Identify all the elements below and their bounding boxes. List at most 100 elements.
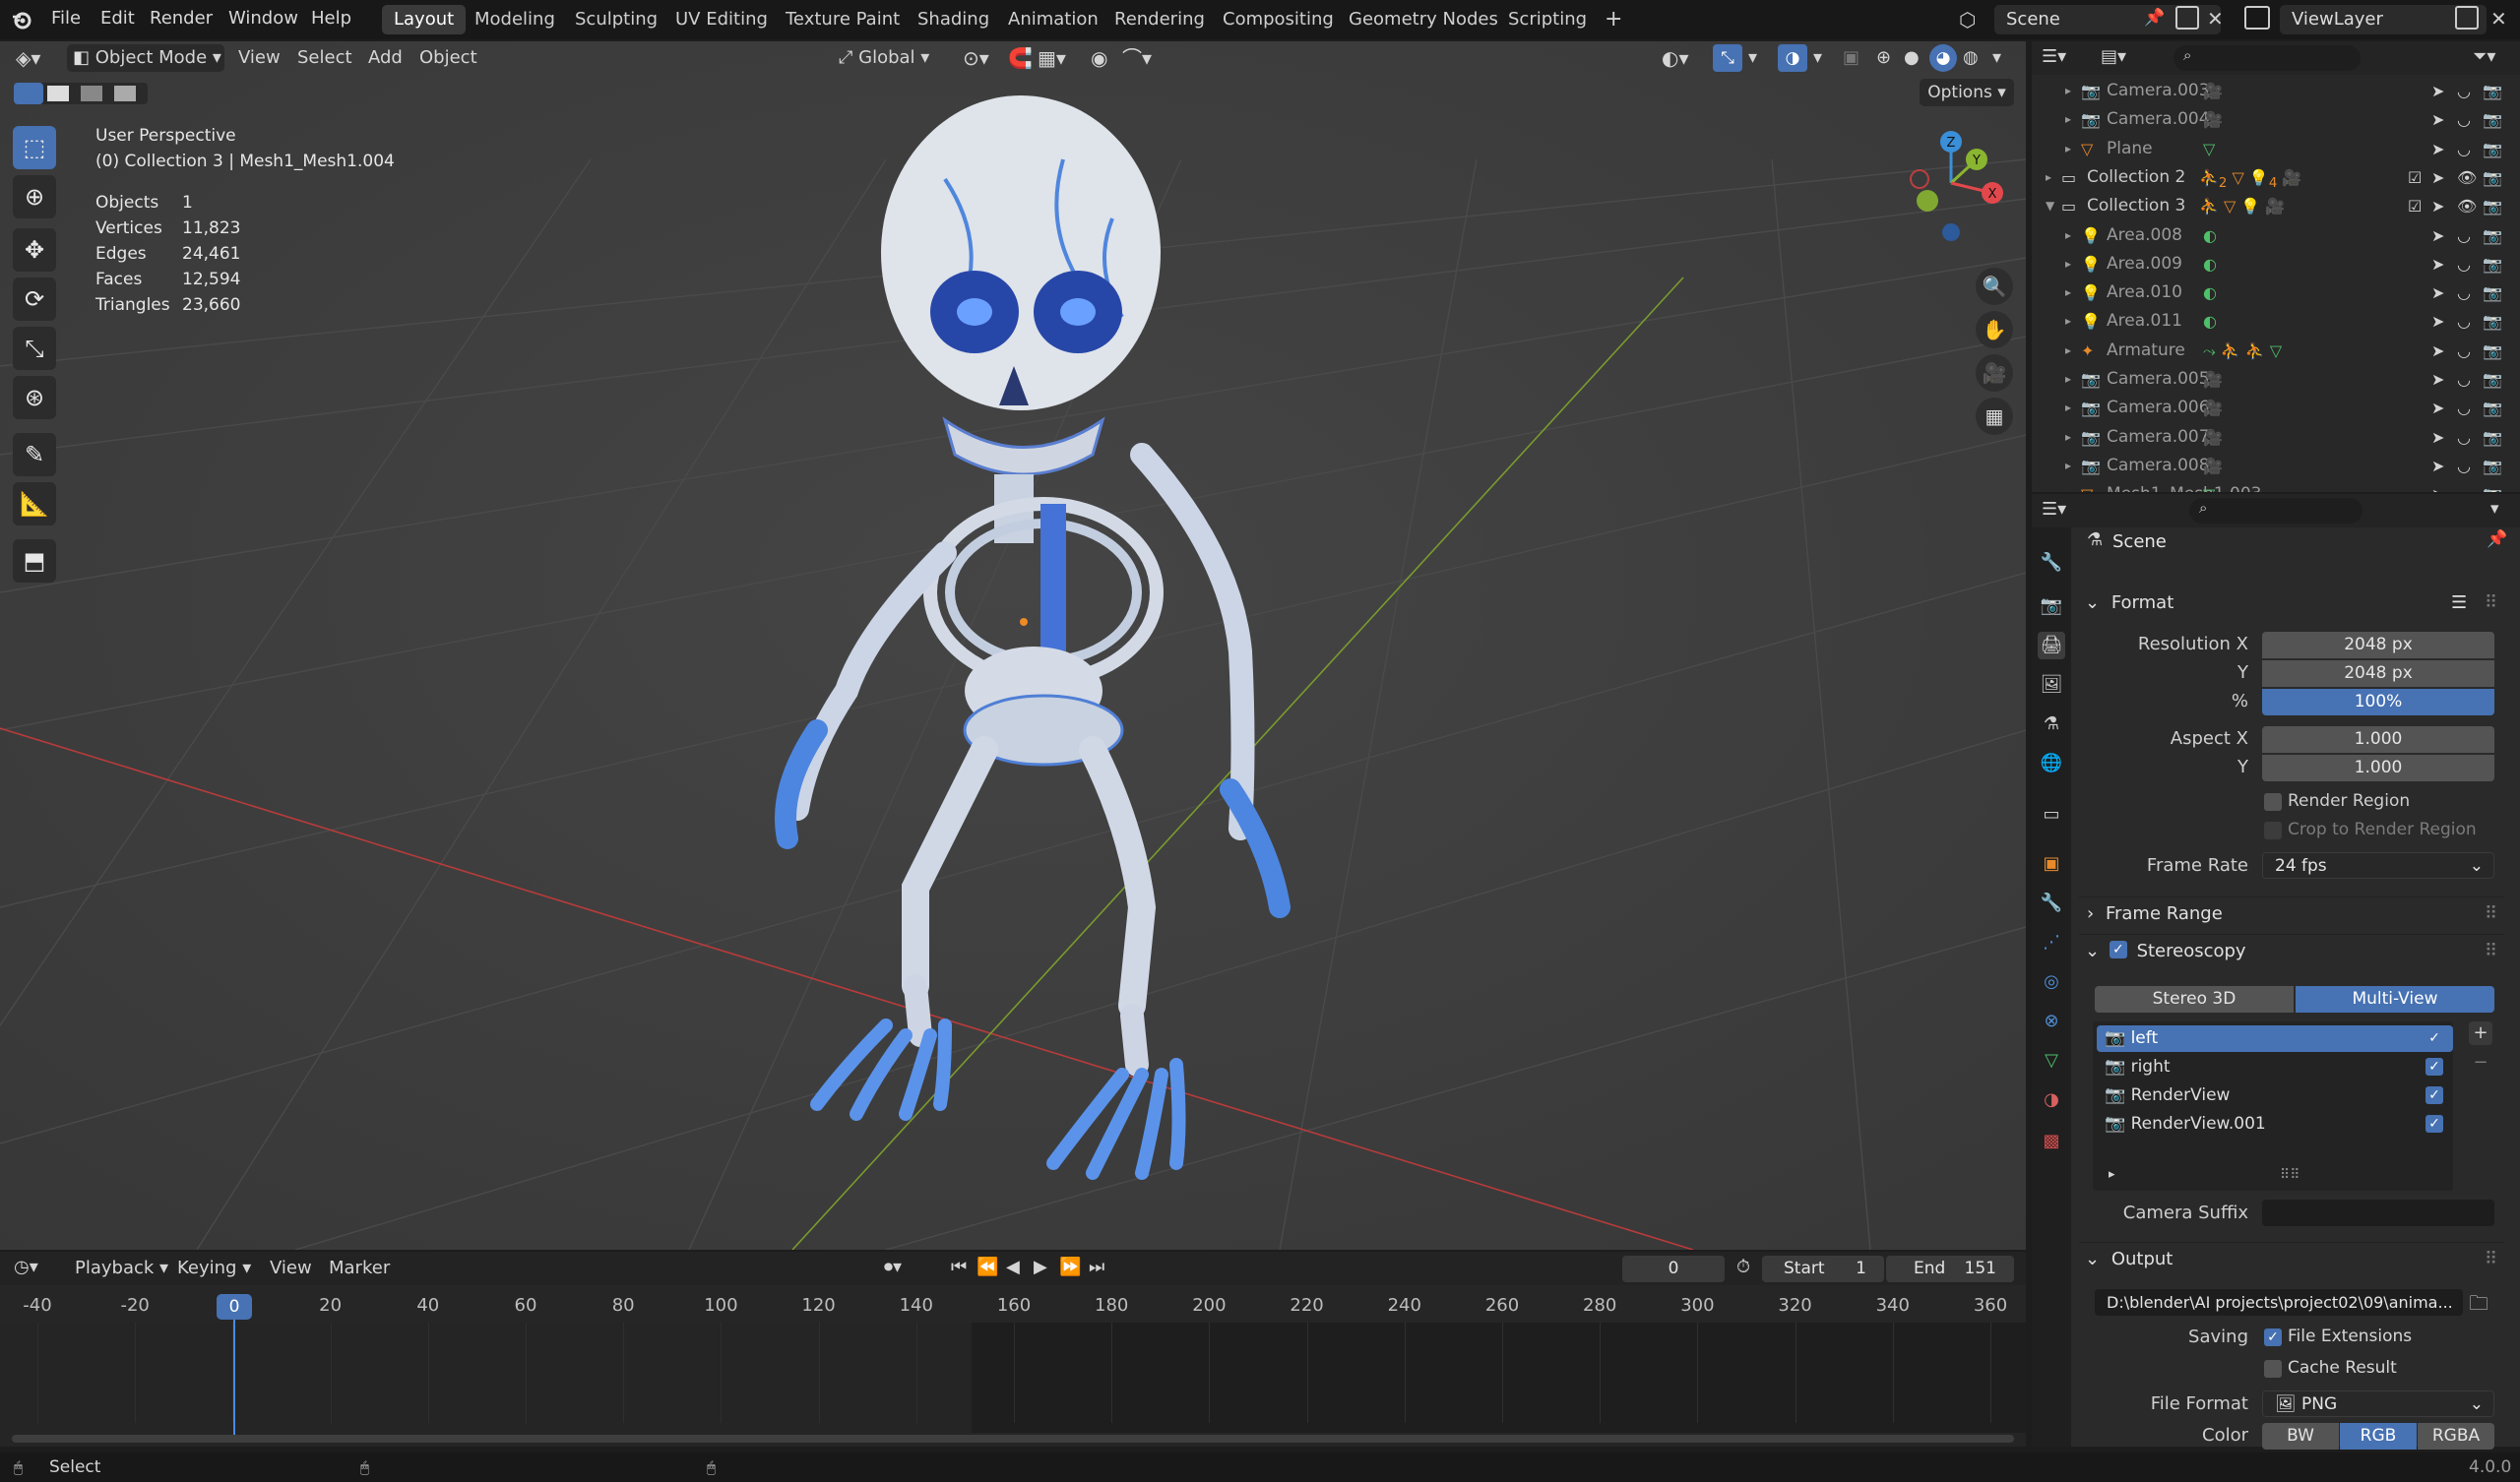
drag-handle-icon[interactable]: ⠿ [2485,1243,2497,1276]
jump-keyframe-back-icon[interactable]: ⏪ [976,1257,998,1277]
options-button[interactable]: Options ▾ [1920,79,2014,106]
select-box-tool-icon[interactable]: ⬚ [13,126,56,169]
3d-viewport[interactable]: ◈▾ ◧ Object Mode ▾ View Select Add Objec… [0,41,2026,1250]
visibility-eye-icon[interactable]: ◡ [2457,307,2471,336]
outliner-row[interactable]: ▸ 📷 Camera.006 🎥 ➤ ◡ 📷 [2032,394,2520,422]
end-frame-field[interactable]: End 151 [1886,1256,2014,1282]
aspect-x-field[interactable]: 1.000 [2262,726,2494,753]
remove-view-button[interactable]: − [2469,1051,2492,1075]
timeline-scrollbar[interactable] [12,1435,2014,1443]
snap-icon[interactable]: 🧲 [1008,44,1033,72]
tab-modeling[interactable]: Modeling [463,5,567,34]
expand-icon[interactable]: ▸ [2065,365,2071,394]
menu-render[interactable]: Render [150,8,213,29]
selectable-icon[interactable]: ➤ [2431,394,2444,422]
visibility-eye-icon[interactable]: ◡ [2457,105,2471,134]
shading-dropdown-icon[interactable]: ▾ [1992,44,2001,72]
render-camera-icon[interactable]: 📷 [2483,307,2502,336]
current-frame-field[interactable]: 0 [1622,1256,1725,1282]
expand-icon[interactable]: ▸ [2065,77,2071,105]
outliner-row[interactable]: ▸ 💡 Area.008 ◐ ➤ ◡ 📷 [2032,221,2520,250]
menu-timeline-view[interactable]: View [270,1258,312,1278]
frame-rate-dropdown[interactable]: 24 fps ⌄ [2262,852,2494,879]
render-camera-icon[interactable]: 📷 [2483,452,2502,480]
display-mode-icon[interactable]: ▤▾ [2101,46,2126,67]
expand-icon[interactable]: ▸ [2065,337,2071,365]
rendered-shading-icon[interactable]: ◍ [1963,44,1979,72]
properties-editor-type-icon[interactable]: ☰▾ [2042,499,2066,520]
close-view-layer-icon[interactable]: ✕ [2490,7,2507,31]
close-scene-icon[interactable]: ✕ [2207,7,2224,31]
measure-tool-icon[interactable]: 📐 [13,482,56,525]
add-view-button[interactable]: + [2469,1021,2492,1045]
scene-icon[interactable]: ⬡ [1959,8,1976,31]
menu-keying[interactable]: Keying ▾ [177,1258,251,1278]
visibility-eye-icon[interactable]: ◡ [2457,135,2471,163]
tab-animation[interactable]: Animation [996,5,1110,34]
color-rgb-button[interactable]: RGB [2340,1423,2417,1450]
selectable-icon[interactable]: ➤ [2431,307,2444,336]
presets-icon[interactable]: ☰ [2451,587,2467,620]
outliner-row[interactable]: ▸ 📷 Camera.005 🎥 ➤ ◡ 📷 [2032,365,2520,394]
selectable-icon[interactable]: ➤ [2431,278,2444,307]
view-list-item[interactable]: 📷 left ✓ [2097,1025,2453,1052]
visibility-eye-icon[interactable]: ◡ [2457,77,2471,105]
view-enabled-checkbox[interactable]: ✓ [2426,1086,2443,1104]
file-extensions-checkbox[interactable]: ✓ [2264,1328,2282,1346]
crop-region-checkbox[interactable] [2264,822,2282,839]
tab-sculpting[interactable]: Sculpting [563,5,669,34]
drag-handle-icon[interactable]: ⠿ [2485,897,2497,931]
menu-add[interactable]: Add [368,44,403,72]
menu-object[interactable]: Object [419,44,477,72]
include-checkbox-icon[interactable]: ☑ [2408,192,2422,220]
rotate-tool-icon[interactable]: ⟳ [13,278,56,321]
camera-suffix-input[interactable] [2262,1200,2494,1226]
jump-keyframe-forward-icon[interactable]: ⏩ [1059,1257,1081,1277]
playhead[interactable]: 0 [217,1294,252,1320]
view-list-item[interactable]: 📷 right ✓ [2097,1054,2453,1081]
scene-tab-icon[interactable]: ⚗ [2038,710,2065,738]
zoom-icon[interactable]: 🔍 [1976,268,2013,305]
render-camera-icon[interactable]: 📷 [2483,250,2502,278]
visibility-eye-icon[interactable]: 👁 [2457,163,2477,192]
outliner-editor-type-icon[interactable]: ☰▾ [2042,46,2066,67]
transform-tool-icon[interactable]: ⊛ [13,376,56,419]
visibility-eye-icon[interactable]: ◡ [2457,480,2471,492]
render-tab-icon[interactable]: 📷 [2038,592,2065,620]
outliner-row[interactable]: ▸ 💡 Area.011 ◐ ➤ ◡ 📷 [2032,307,2520,336]
pin-context-icon[interactable]: 📌 [2487,529,2507,549]
view-enabled-checkbox[interactable]: ✓ [2426,1058,2443,1076]
render-camera-icon[interactable]: 📷 [2483,77,2502,105]
constraints-tab-icon[interactable]: ⊗ [2038,1008,2065,1035]
outliner-row[interactable]: ▸ 📷 Camera.008 🎥 ➤ ◡ 📷 [2032,452,2520,480]
expand-icon[interactable]: ▸ [2065,250,2071,278]
timeline-editor-type-icon[interactable]: ◷▾ [14,1257,38,1277]
selectable-icon[interactable]: ➤ [2431,221,2444,250]
snap-target-icon[interactable]: ▦▾ [1038,44,1066,72]
visibility-eye-icon[interactable]: ◡ [2457,365,2471,394]
stereoscopy-panel-header[interactable]: ⌄ ✓ Stereoscopy ⠿ [2079,934,2504,967]
selectable-icon[interactable]: ➤ [2431,480,2444,492]
tab-uv-editing[interactable]: UV Editing [663,5,780,34]
overlay-dropdown-icon[interactable]: ▾ [1813,44,1822,72]
outliner-row[interactable]: ▸ 💡 Area.010 ◐ ➤ ◡ 📷 [2032,278,2520,307]
pin-icon[interactable]: 📌 [2144,8,2165,28]
visibility-eye-icon[interactable]: ◡ [2457,423,2471,452]
format-panel-header[interactable]: ⌄ Format ☰ ⠿ [2079,587,2504,620]
camera-view-icon[interactable]: 🎥 [1976,354,2013,392]
expand-icon[interactable]: ▸ [2065,423,2071,452]
stereoscopy-checkbox[interactable]: ✓ [2109,941,2127,958]
editor-type-icon[interactable]: ◈▾ [16,44,40,72]
outliner-row[interactable]: ▸▽Mesh1_Mesh1.003▽➤◡📷 [2032,480,2520,492]
color-bw-button[interactable]: BW [2262,1423,2339,1450]
select-intersect-icon[interactable] [114,86,136,101]
jump-start-icon[interactable]: ⏮ [951,1257,967,1277]
new-scene-icon[interactable] [2175,6,2199,30]
menu-window[interactable]: Window [228,8,298,29]
output-tab-icon[interactable]: 🖨 [2038,632,2065,659]
outliner-row[interactable]: ▸ ▭ Collection 2 ⛹2 ▽ 💡4 🎥 ☑ ➤ 👁 📷 [2032,163,2520,192]
expand-icon[interactable]: ▸ [2065,452,2071,480]
outliner-row[interactable]: ▸ ▽ Plane ▽ ➤ ◡ 📷 [2032,135,2520,163]
render-camera-icon[interactable]: 📷 [2483,278,2502,307]
selectable-icon[interactable]: ➤ [2431,192,2444,220]
